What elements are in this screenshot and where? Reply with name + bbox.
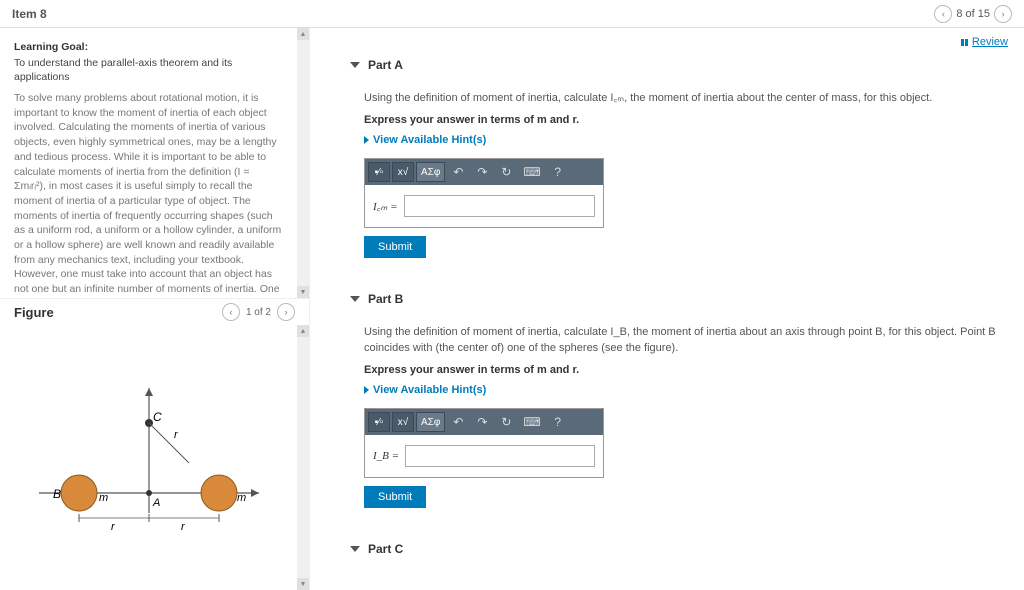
fig-scroll-up-icon[interactable]: ▲ <box>297 325 309 337</box>
help-icon[interactable]: ? <box>547 162 569 182</box>
help-icon[interactable]: ? <box>547 412 569 432</box>
learning-scrollbar[interactable]: ▲ ▼ <box>297 28 309 298</box>
expand-icon <box>364 386 369 394</box>
next-item-button[interactable]: › <box>994 5 1012 23</box>
answer-toolbar: ▪⁄▫ x√ ΑΣφ ↶ ↷ ↻ ⌨ ? <box>365 159 603 185</box>
tmpl-button[interactable]: ▪⁄▫ <box>368 412 390 432</box>
collapse-icon <box>350 62 360 68</box>
hints-label: View Available Hint(s) <box>373 384 486 396</box>
part-c-title: Part C <box>368 542 403 556</box>
prev-item-button[interactable]: ‹ <box>934 5 952 23</box>
part-a-title: Part A <box>368 58 403 72</box>
part-b-var-label: I_B = <box>373 450 399 462</box>
redo-icon[interactable]: ↷ <box>471 412 493 432</box>
item-title: Item 8 <box>12 7 47 21</box>
item-pager: ‹ 8 of 15 › <box>934 5 1012 23</box>
symbols-button[interactable]: ΑΣφ <box>416 162 445 182</box>
undo-icon[interactable]: ↶ <box>447 162 469 182</box>
reset-icon[interactable]: ↻ <box>495 162 517 182</box>
review-bar: Review <box>310 28 1024 52</box>
svg-text:m: m <box>237 492 246 504</box>
svg-text:r: r <box>111 521 116 533</box>
item-header: Item 8 ‹ 8 of 15 › <box>0 0 1024 28</box>
part-a-question: Using the definition of moment of inerti… <box>364 91 1004 106</box>
part-b-title: Part B <box>368 292 403 306</box>
tmpl-button[interactable]: ▪⁄▫ <box>368 162 390 182</box>
figure-section: Figure ‹ 1 of 2 › <box>0 298 309 590</box>
figure-pager: ‹ 1 of 2 › <box>222 303 295 321</box>
left-panel: Learning Goal: To understand the paralle… <box>0 28 310 590</box>
fig-scroll-down-icon[interactable]: ▼ <box>297 578 309 590</box>
part-a: Part A Using the definition of moment of… <box>350 52 1004 268</box>
right-panel: Review Part A Using the definition of mo… <box>310 28 1024 590</box>
part-b: Part B Using the definition of moment of… <box>350 286 1004 518</box>
part-a-answer-box: ▪⁄▫ x√ ΑΣφ ↶ ↷ ↻ ⌨ ? I꜀ₘ = <box>364 158 604 228</box>
svg-text:B: B <box>53 487 61 501</box>
redo-icon[interactable]: ↷ <box>471 162 493 182</box>
keyboard-icon[interactable]: ⌨ <box>519 162 544 182</box>
expand-icon <box>364 136 369 144</box>
part-a-input-row: I꜀ₘ = <box>365 185 603 227</box>
part-a-express: Express your answer in terms of m and r. <box>364 114 1004 126</box>
part-a-submit-button[interactable]: Submit <box>364 236 426 258</box>
part-c-header[interactable]: Part C <box>350 536 1004 563</box>
figure-pager-text: 1 of 2 <box>246 307 271 318</box>
review-link[interactable]: Review <box>961 36 1008 48</box>
svg-text:r: r <box>181 521 186 533</box>
scroll-up-icon[interactable]: ▲ <box>297 28 309 40</box>
svg-text:A: A <box>152 497 160 509</box>
part-b-answer-box: ▪⁄▫ x√ ΑΣφ ↶ ↷ ↻ ⌨ ? I_B = <box>364 408 604 478</box>
figure-canvas: B C A r m m r <box>0 325 297 590</box>
figure-scrollbar[interactable]: ▲ ▼ <box>297 325 309 590</box>
learning-goal-box: Learning Goal: To understand the paralle… <box>0 28 297 298</box>
part-b-header[interactable]: Part B <box>350 286 1004 313</box>
review-label: Review <box>972 36 1008 48</box>
part-b-hints-link[interactable]: View Available Hint(s) <box>364 384 1004 396</box>
answer-toolbar: ▪⁄▫ x√ ΑΣφ ↶ ↷ ↻ ⌨ ? <box>365 409 603 435</box>
part-a-hints-link[interactable]: View Available Hint(s) <box>364 134 1004 146</box>
part-b-express: Express your answer in terms of m and r. <box>364 364 1004 376</box>
learning-goal-intro: To understand the parallel-axis theorem … <box>14 56 283 85</box>
part-a-var-label: I꜀ₘ = <box>373 199 398 214</box>
frac-button[interactable]: x√ <box>392 162 414 182</box>
figure-prev-button[interactable]: ‹ <box>222 303 240 321</box>
body: Learning Goal: To understand the paralle… <box>0 28 1024 590</box>
learning-goal-title: Learning Goal: <box>14 40 283 55</box>
keyboard-icon[interactable]: ⌨ <box>519 412 544 432</box>
part-b-question: Using the definition of moment of inerti… <box>364 325 1004 356</box>
scroll-down-icon[interactable]: ▼ <box>297 286 309 298</box>
part-a-answer-input[interactable] <box>404 195 596 217</box>
part-b-input-row: I_B = <box>365 435 603 477</box>
part-b-submit-button[interactable]: Submit <box>364 486 426 508</box>
hints-label: View Available Hint(s) <box>373 134 486 146</box>
part-b-answer-input[interactable] <box>405 445 595 467</box>
content-area: Part A Using the definition of moment of… <box>310 52 1024 590</box>
collapse-icon <box>350 296 360 302</box>
figure-svg: B C A r m m r <box>19 373 279 543</box>
pager-text: 8 of 15 <box>956 8 990 20</box>
review-icon <box>961 39 968 46</box>
figure-next-button[interactable]: › <box>277 303 295 321</box>
page-root: Item 8 ‹ 8 of 15 › Learning Goal: To und… <box>0 0 1024 590</box>
frac-button[interactable]: x√ <box>392 412 414 432</box>
collapse-icon <box>350 546 360 552</box>
svg-text:m: m <box>99 492 108 504</box>
svg-text:r: r <box>174 429 179 441</box>
svg-text:C: C <box>153 410 162 424</box>
symbols-button[interactable]: ΑΣφ <box>416 412 445 432</box>
figure-header: Figure ‹ 1 of 2 › <box>0 298 309 325</box>
reset-icon[interactable]: ↻ <box>495 412 517 432</box>
learning-goal-body: To solve many problems about rotational … <box>14 91 283 298</box>
part-c: Part C <box>350 536 1004 563</box>
learning-goal-wrap: Learning Goal: To understand the paralle… <box>0 28 309 298</box>
undo-icon[interactable]: ↶ <box>447 412 469 432</box>
part-a-header[interactable]: Part A <box>350 52 1004 79</box>
figure-title: Figure <box>14 305 54 320</box>
